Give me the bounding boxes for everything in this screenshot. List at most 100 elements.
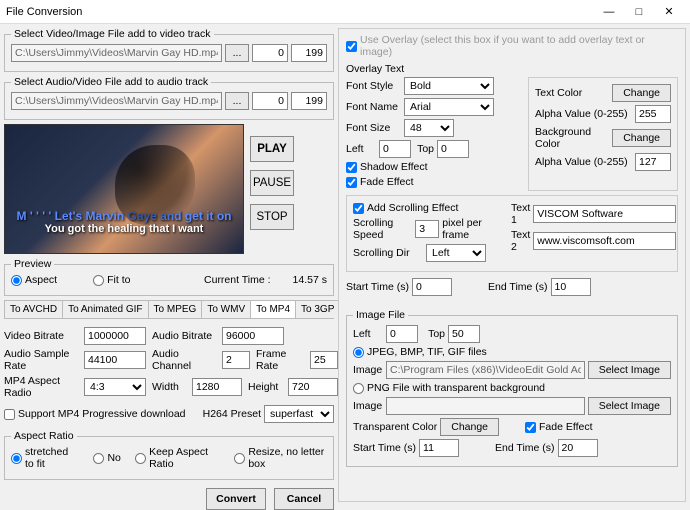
video-path-input[interactable]: [11, 44, 222, 62]
image1-path-input[interactable]: [386, 361, 585, 379]
audio-start-input[interactable]: [252, 92, 288, 110]
height-input[interactable]: [288, 378, 338, 396]
ot-top-input[interactable]: [437, 140, 469, 158]
fontname-select[interactable]: Arial: [404, 98, 494, 116]
fit-radio[interactable]: [93, 275, 104, 286]
format-tabs: To AVCHD To Animated GIF To MPEG To WMV …: [4, 300, 334, 319]
video-browse-button[interactable]: ...: [225, 44, 249, 62]
image2-path-input[interactable]: [386, 397, 585, 415]
no-radio[interactable]: [93, 453, 104, 464]
ot-left-input[interactable]: [379, 140, 411, 158]
fontstyle-select[interactable]: Bold: [404, 77, 494, 95]
asample-input[interactable]: [84, 351, 146, 369]
audio-path-input[interactable]: [11, 92, 222, 110]
tcolor-label: Transparent Color: [353, 421, 437, 433]
minimize-button[interactable]: —: [594, 2, 624, 22]
shadow-checkbox[interactable]: [346, 162, 357, 173]
mp4ar-label: MP4 Aspect Radio: [4, 375, 78, 399]
ot-etime-input[interactable]: [551, 278, 591, 296]
fit-label: Fit to: [107, 274, 130, 286]
fade-checkbox[interactable]: [346, 177, 357, 188]
pause-button[interactable]: PAUSE: [250, 170, 294, 196]
alpha2-input[interactable]: [635, 153, 671, 171]
overlay-text-group: Overlay Text Font Style Bold Font Name A…: [346, 61, 678, 299]
select-image2-button[interactable]: Select Image: [588, 397, 671, 415]
video-end-input[interactable]: [291, 44, 327, 62]
alpha1-input[interactable]: [635, 105, 671, 123]
jpeg-label: JPEG, BMP, TIF, GIF files: [367, 346, 487, 358]
textcolor-change-button[interactable]: Change: [612, 84, 671, 102]
if-etime-label: End Time (s): [495, 442, 555, 454]
frate-input[interactable]: [310, 351, 338, 369]
if-left-input[interactable]: [386, 325, 418, 343]
vbitrate-label: Video Bitrate: [4, 330, 78, 342]
keep-radio[interactable]: [135, 453, 146, 464]
sdir-select[interactable]: Left: [426, 244, 486, 262]
audio-end-input[interactable]: [291, 92, 327, 110]
tab-mp4[interactable]: To MP4: [250, 300, 296, 318]
vbitrate-input[interactable]: [84, 327, 146, 345]
achannel-input[interactable]: [222, 351, 250, 369]
bgcolor-change-button[interactable]: Change: [612, 129, 671, 147]
select-image1-button[interactable]: Select Image: [588, 361, 671, 379]
video-silhouette: [115, 145, 195, 225]
sdir-label: Scrolling Dir: [353, 247, 423, 259]
current-time-value: 14.57 s: [293, 274, 327, 286]
if-top-input[interactable]: [448, 325, 480, 343]
addscroll-checkbox[interactable]: [353, 203, 364, 214]
stretch-radio[interactable]: [11, 453, 22, 464]
alpha2-label: Alpha Value (0-255): [535, 156, 632, 168]
text2-input[interactable]: [533, 232, 676, 250]
tab-mpeg[interactable]: To MPEG: [148, 300, 203, 318]
resize-radio[interactable]: [234, 453, 245, 464]
tab-wmv[interactable]: To WMV: [201, 300, 251, 318]
aspect-ratio-group: Aspect Ratio stretched to fit No Keep As…: [4, 430, 334, 480]
ot-stime-input[interactable]: [412, 278, 452, 296]
ot-top-label: Top: [414, 143, 434, 155]
width-input[interactable]: [192, 378, 242, 396]
width-label: Width: [152, 381, 186, 393]
audio-browse-button[interactable]: ...: [225, 92, 249, 110]
stop-button[interactable]: STOP: [250, 204, 294, 230]
ot-left-label: Left: [346, 143, 376, 155]
maximize-button[interactable]: □: [624, 2, 654, 22]
tab-gif[interactable]: To Animated GIF: [62, 300, 148, 318]
convert-button[interactable]: Convert: [206, 488, 266, 510]
play-button[interactable]: PLAY: [250, 136, 294, 162]
aspect-radio[interactable]: [11, 275, 22, 286]
audio-track-group: Select Audio/Video File add to audio tra…: [4, 76, 334, 120]
addscroll-label: Add Scrolling Effect: [367, 202, 458, 214]
preset-label: H264 Preset: [203, 408, 261, 420]
sspeed-input[interactable]: [415, 220, 439, 238]
if-stime-input[interactable]: [419, 439, 459, 457]
tab-3gp[interactable]: To 3GP: [295, 300, 340, 318]
video-start-input[interactable]: [252, 44, 288, 62]
if-fade-label: Fade Effect: [539, 421, 593, 433]
resize-label: Resize, no letter box: [248, 446, 327, 470]
progressive-checkbox[interactable]: [4, 409, 15, 420]
fade-label: Fade Effect: [360, 176, 414, 188]
video-track-legend: Select Video/Image File add to video tra…: [11, 28, 214, 40]
if-etime-input[interactable]: [558, 439, 598, 457]
cancel-button[interactable]: Cancel: [274, 488, 334, 510]
text1-input[interactable]: [533, 205, 676, 223]
fontsize-select[interactable]: 48: [404, 119, 454, 137]
video-track-group: Select Video/Image File add to video tra…: [4, 28, 334, 72]
aspect-ratio-legend: Aspect Ratio: [11, 430, 77, 442]
mp4ar-select[interactable]: 4:3: [84, 378, 146, 396]
use-overlay-checkbox[interactable]: [346, 41, 357, 52]
tcolor-change-button[interactable]: Change: [440, 418, 499, 436]
abitrate-input[interactable]: [222, 327, 284, 345]
if-fade-checkbox[interactable]: [525, 422, 536, 433]
if-top-label: Top: [421, 328, 445, 340]
ppf-label: pixel per frame: [442, 217, 501, 241]
tab-avchd[interactable]: To AVCHD: [4, 300, 63, 318]
preset-select[interactable]: superfast: [264, 405, 334, 423]
jpeg-radio[interactable]: [353, 347, 364, 358]
sspeed-label: Scrolling Speed: [353, 217, 412, 241]
close-button[interactable]: ✕: [654, 2, 684, 22]
text2-label: Text 2: [511, 229, 530, 253]
png-radio[interactable]: [353, 383, 364, 394]
preview-legend: Preview: [11, 258, 54, 270]
progressive-label: Support MP4 Progressive download: [18, 408, 186, 420]
